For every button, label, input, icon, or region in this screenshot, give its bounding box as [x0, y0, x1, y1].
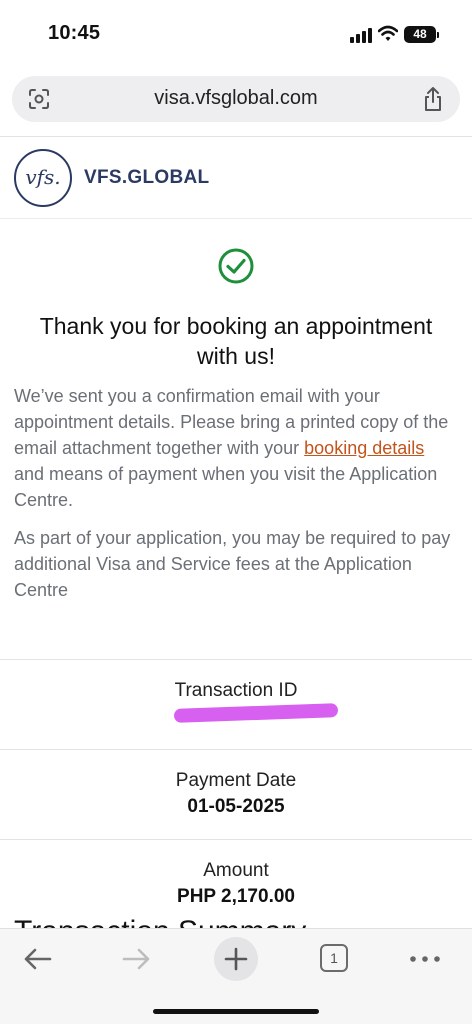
share-icon[interactable] — [422, 86, 444, 112]
web-page: vfs. VFS.GLOBAL Thank you for booking an… — [0, 136, 472, 932]
tabs-button[interactable]: 1 — [320, 939, 350, 979]
confirmation-message: We’ve sent you a confirmation email with… — [14, 383, 458, 513]
redaction-mark — [173, 703, 339, 723]
transaction-id-row: Transaction ID — [0, 659, 472, 749]
url-text[interactable]: visa.vfsglobal.com — [12, 87, 460, 110]
logo-mark: vfs. — [25, 165, 61, 189]
transaction-id-label: Transaction ID — [174, 680, 298, 701]
vfs-logo[interactable]: vfs. — [14, 149, 72, 207]
new-tab-button[interactable] — [214, 937, 258, 981]
status-bar: 10:45 48 — [0, 0, 472, 66]
logo-wordmark[interactable]: VFS.GLOBAL — [84, 167, 209, 189]
message-text-end: and means of payment when you visit the … — [14, 464, 438, 510]
arrow-left-icon[interactable] — [20, 939, 56, 979]
more-icon[interactable] — [408, 939, 442, 979]
amount-value: PHP 2,170.00 — [177, 886, 295, 907]
payment-date-label: Payment Date — [175, 770, 297, 791]
amount-label: Amount — [203, 860, 269, 881]
arrow-right-icon[interactable] — [118, 939, 154, 979]
battery-icon: 48 — [404, 26, 436, 43]
booking-details-link[interactable]: booking details — [304, 438, 424, 458]
tabs-icon: 1 — [320, 944, 348, 972]
confirmation-title: Thank you for booking an appointment wit… — [39, 313, 433, 369]
fees-notice: As part of your application, you may be … — [14, 528, 451, 600]
payment-date-value: 01-05-2025 — [187, 796, 285, 817]
status-time: 10:45 — [48, 22, 101, 44]
battery-tip — [437, 32, 439, 38]
wifi-icon — [378, 25, 398, 41]
check-circle-icon — [218, 248, 254, 284]
signal-icon — [350, 27, 372, 43]
address-bar[interactable]: visa.vfsglobal.com — [12, 76, 460, 122]
site-header: vfs. VFS.GLOBAL — [0, 137, 472, 219]
battery-level: 48 — [413, 27, 427, 41]
payment-date-row: Payment Date 01-05-2025 — [0, 749, 472, 839]
home-indicator — [153, 1009, 319, 1014]
plus-icon — [224, 947, 248, 971]
